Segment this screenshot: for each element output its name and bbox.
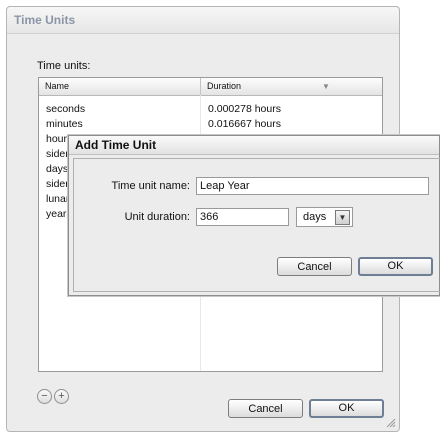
table-row[interactable]: seconds 0.000278 hours	[39, 102, 382, 117]
add-ok-button[interactable]: OK	[358, 257, 433, 276]
add-unit-button[interactable]: +	[54, 389, 69, 404]
add-dialog-title: Add Time Unit	[75, 138, 157, 152]
cancel-button[interactable]: Cancel	[228, 399, 303, 418]
add-dialog-title-bar[interactable]: Add Time Unit	[69, 136, 439, 155]
add-time-unit-dialog: Add Time Unit Time unit name: Leap Year …	[68, 135, 440, 296]
title-bar[interactable]: Time Units	[7, 7, 399, 34]
column-header-duration[interactable]: Duration	[207, 81, 241, 91]
ok-button[interactable]: OK	[309, 399, 384, 418]
table-header: Name Duration ▼	[39, 78, 382, 96]
plus-icon: +	[58, 390, 65, 402]
add-cancel-button[interactable]: Cancel	[277, 257, 352, 276]
dialog-title: Time Units	[14, 13, 76, 27]
column-header-name[interactable]: Name	[45, 81, 69, 91]
unit-type-select[interactable]: days ▼	[296, 207, 353, 227]
unit-duration-label: Unit duration:	[124, 211, 190, 223]
time-units-label: Time units:	[37, 60, 91, 72]
chevron-down-icon: ▼	[335, 210, 350, 225]
unit-duration-field[interactable]: 366	[196, 208, 289, 226]
unit-name-label: Time unit name:	[111, 180, 190, 192]
table-row[interactable]: minutes 0.016667 hours	[39, 117, 382, 132]
sort-descending-icon: ▼	[322, 82, 330, 91]
remove-unit-button[interactable]: −	[37, 389, 52, 404]
resize-grip-icon[interactable]	[386, 418, 396, 428]
unit-name-field[interactable]: Leap Year	[196, 177, 429, 195]
minus-icon: −	[41, 390, 48, 402]
